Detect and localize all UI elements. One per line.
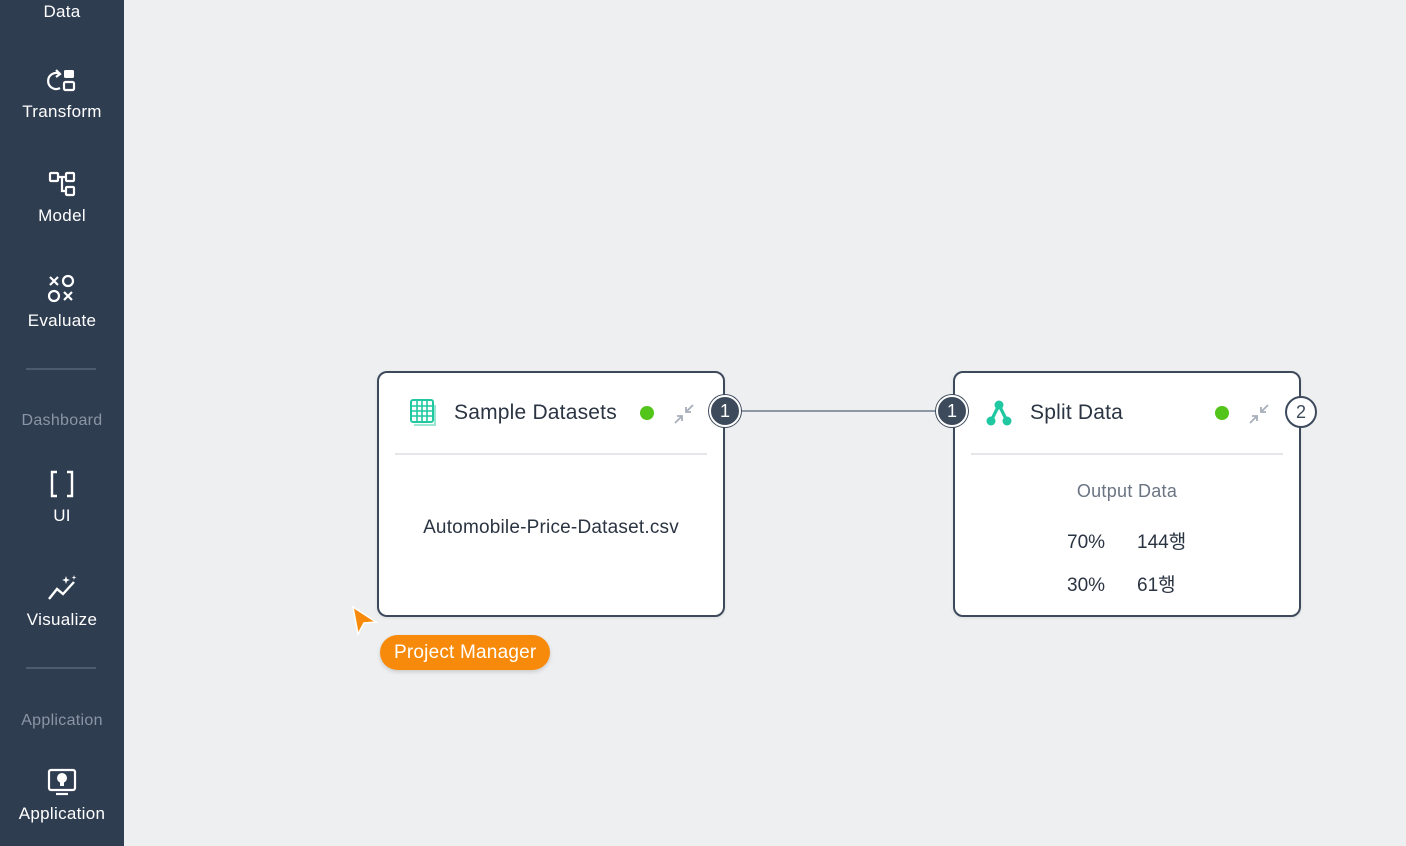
split-percent: 70%	[1067, 532, 1106, 553]
brackets-icon	[50, 470, 74, 498]
node-separator	[971, 453, 1283, 455]
sidebar-item-label: Model	[38, 206, 86, 225]
sidebar-item-data[interactable]: Data	[0, 0, 124, 22]
sidebar-item-model[interactable]: Model	[0, 168, 124, 226]
evaluate-icon	[47, 274, 75, 303]
model-icon	[48, 171, 76, 197]
input-port[interactable]: 1	[936, 395, 968, 427]
sidebar-item-evaluate[interactable]: Evaluate	[0, 273, 124, 331]
split-branch-icon	[986, 400, 1012, 426]
split-data-node[interactable]: Split Data Output Data 70% 144행 30% 61행	[953, 371, 1301, 617]
node-header: Split Data	[955, 373, 1299, 455]
sidebar-item-label: UI	[53, 506, 71, 525]
sidebar-divider	[26, 368, 96, 370]
sidebar-item-transform[interactable]: Transform	[0, 64, 124, 122]
split-row: 30% 61행	[1067, 570, 1176, 597]
sidebar-item-application[interactable]: Application	[0, 766, 124, 824]
section-title-application: Application	[21, 712, 103, 729]
dataset-file-name: Automobile-Price-Dataset.csv	[423, 517, 679, 538]
node-connector	[741, 410, 937, 412]
node-separator	[395, 453, 707, 455]
sidebar-item-ui[interactable]: UI	[0, 468, 124, 526]
status-dot	[640, 406, 654, 420]
split-row-count: 144행	[1137, 532, 1187, 553]
sidebar-item-label: Evaluate	[27, 311, 97, 330]
visualize-icon	[48, 575, 77, 600]
node-header: Sample Datasets	[379, 373, 723, 455]
sidebar-divider	[26, 667, 96, 669]
sidebar-item-label: Transform	[22, 102, 102, 121]
node-title: Sample Datasets	[454, 401, 617, 424]
node-title: Split Data	[1030, 401, 1124, 424]
sidebar-item-visualize[interactable]: Visualize	[0, 572, 124, 630]
sidebar-item-label: Application	[18, 804, 106, 823]
transform-icon	[47, 69, 76, 92]
output-data-title: Output Data	[1076, 481, 1178, 501]
output-port[interactable]: 1	[709, 395, 741, 427]
collaborator-cursor-icon	[351, 605, 379, 637]
split-percent: 30%	[1067, 575, 1106, 596]
collapse-icon[interactable]	[671, 401, 697, 427]
collaborator-name-tag: Project Manager	[380, 635, 551, 670]
grid-table-icon	[410, 399, 436, 426]
sidebar-item-label: Data	[43, 2, 81, 21]
section-title-dashboard: Dashboard	[21, 412, 103, 429]
output-port[interactable]: 2	[1285, 396, 1317, 428]
split-row-count: 61행	[1137, 575, 1176, 596]
split-row: 70% 144행	[1067, 527, 1186, 554]
sample-datasets-node[interactable]: Sample Datasets Automobile-Price-Dataset…	[377, 371, 725, 617]
collapse-icon[interactable]	[1246, 401, 1272, 427]
application-icon	[47, 768, 77, 796]
status-dot	[1215, 406, 1229, 420]
sidebar-item-label: Visualize	[26, 610, 98, 629]
sidebar: Data Transform Model Evaluate Dashboard	[0, 0, 124, 846]
